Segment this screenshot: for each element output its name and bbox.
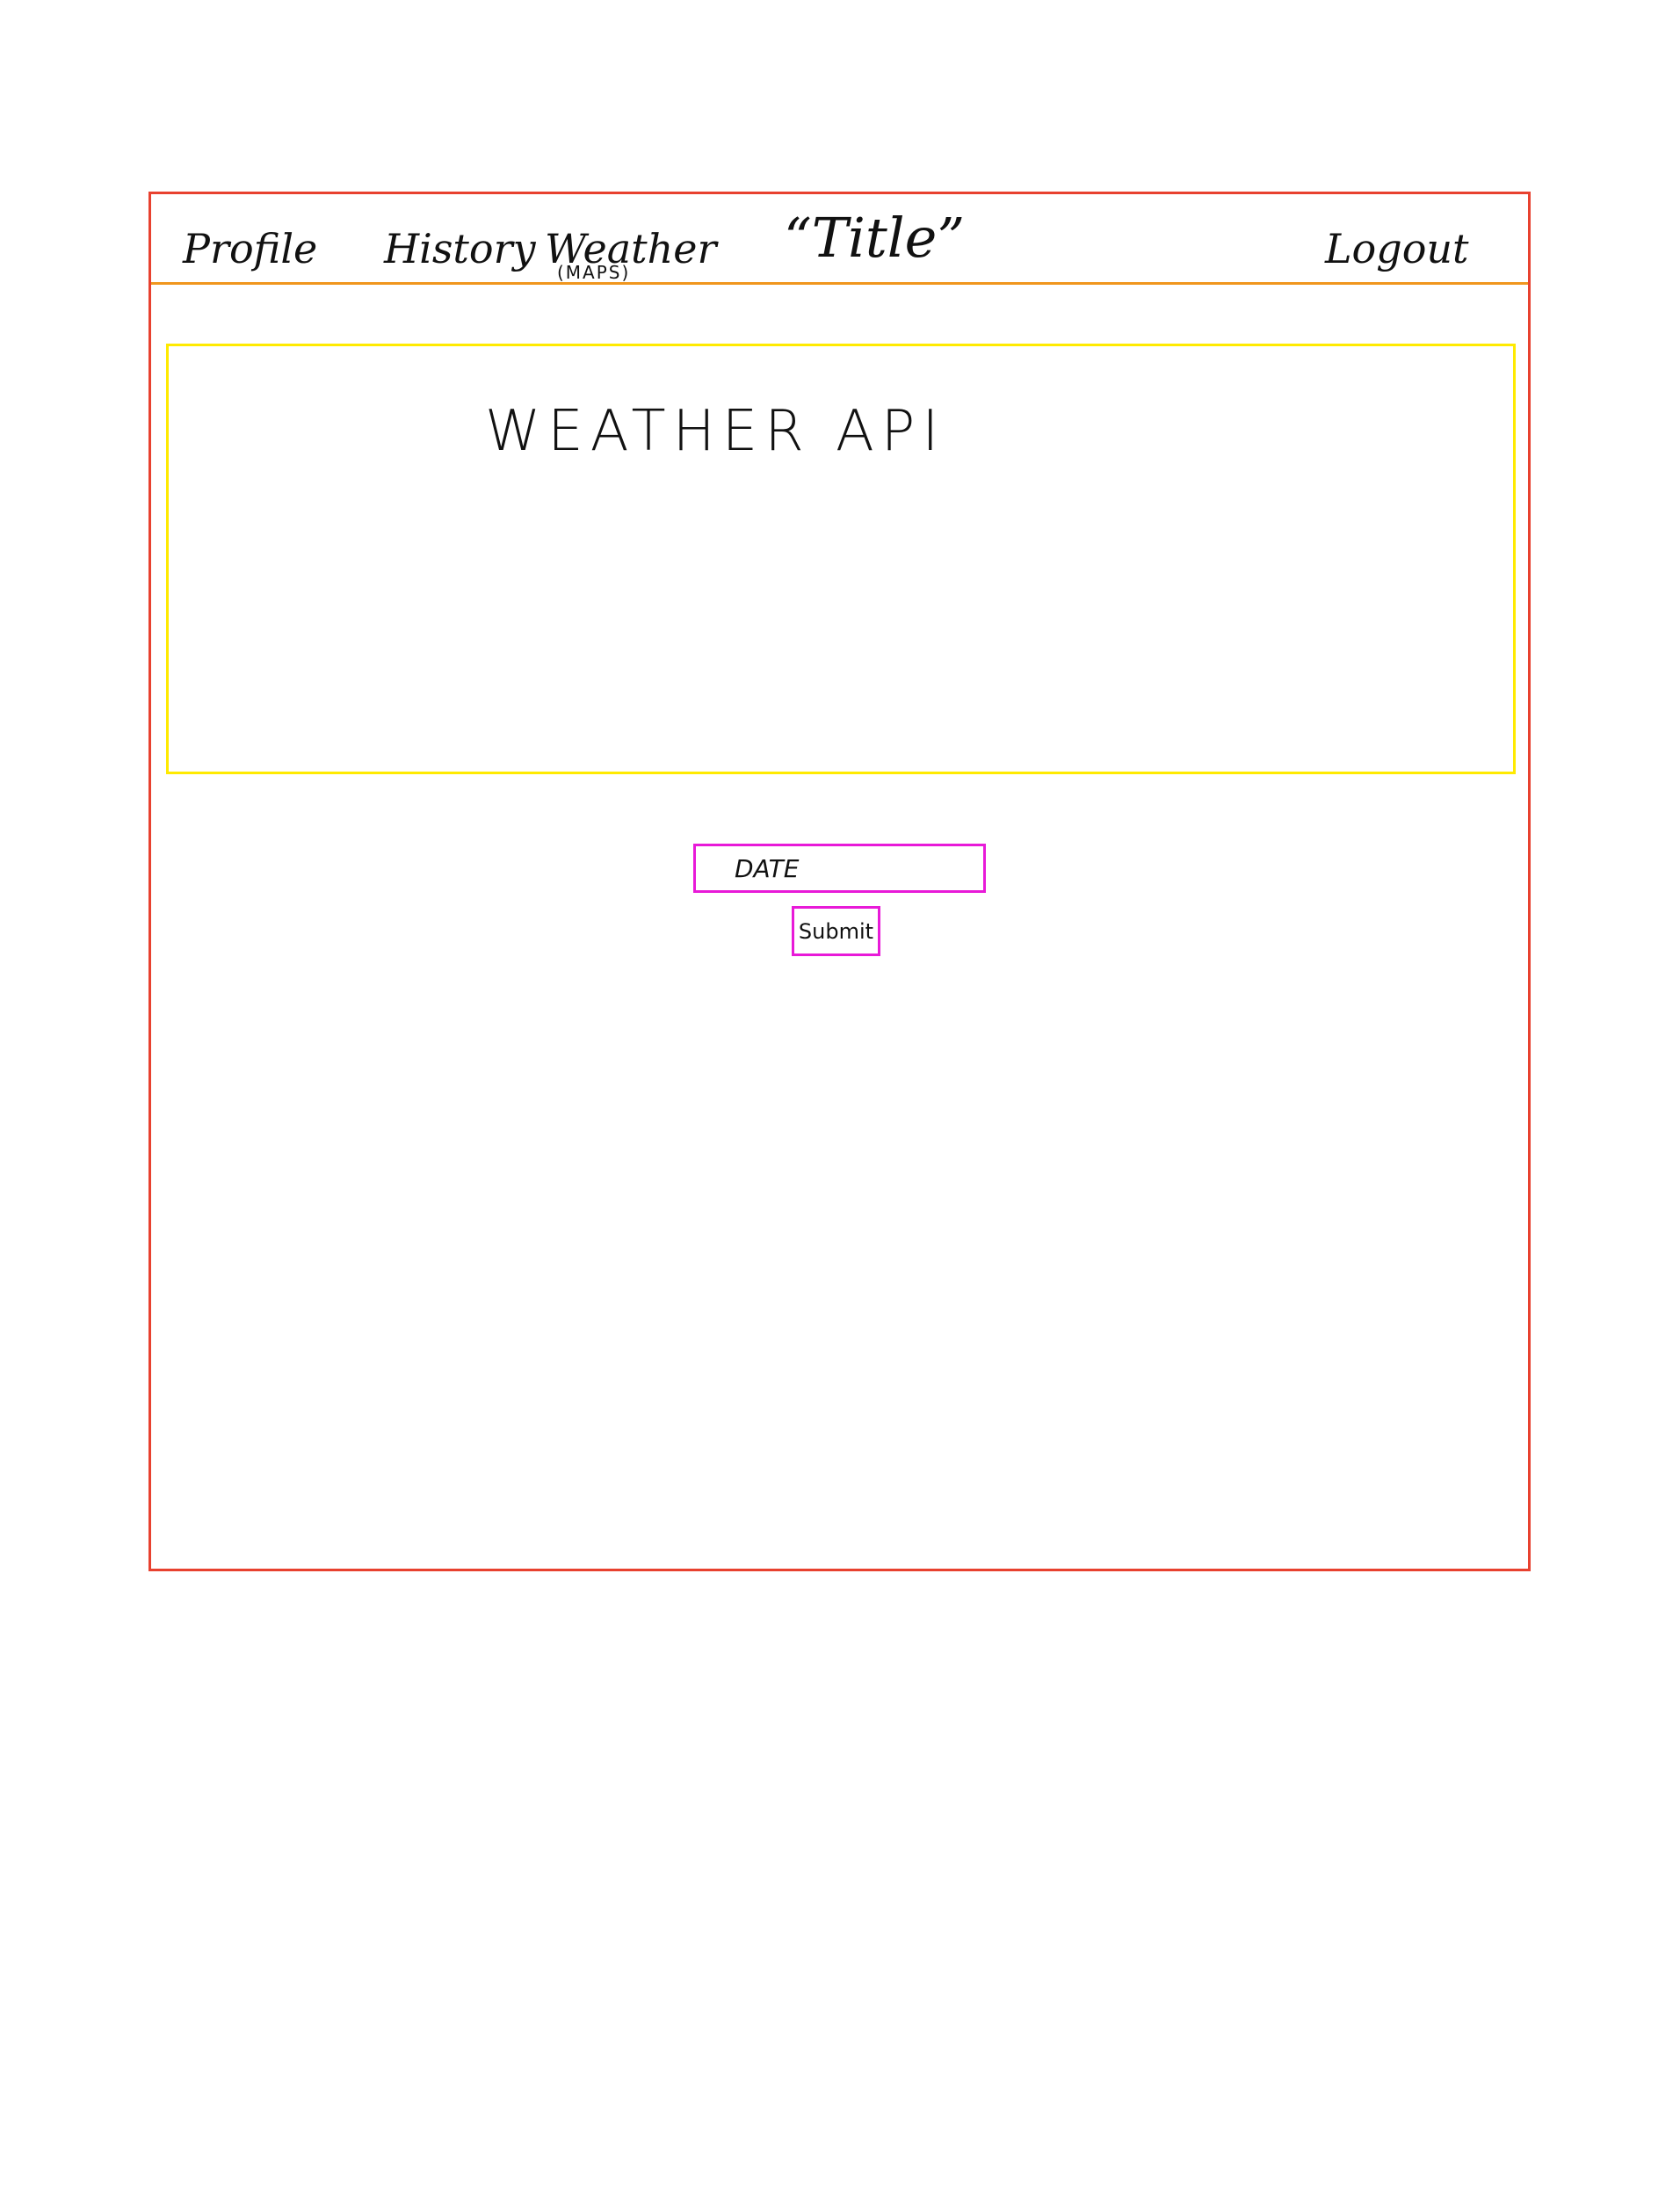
page-frame: Profile History Weather (MAPS) “Title” L… bbox=[148, 192, 1531, 1571]
page-title: “Title” bbox=[784, 206, 966, 270]
nav-profile-link[interactable]: Profile bbox=[183, 226, 317, 272]
nav-weather-sublabel: (MAPS) bbox=[557, 262, 631, 283]
top-nav-bar: Profile History Weather (MAPS) “Title” L… bbox=[151, 194, 1528, 285]
weather-api-panel: WEATHER API bbox=[166, 344, 1516, 774]
weather-api-label: WEATHER API bbox=[485, 399, 946, 464]
submit-button[interactable]: Submit bbox=[792, 906, 880, 956]
nav-logout-link[interactable]: Logout bbox=[1325, 226, 1469, 272]
nav-history-link[interactable]: History bbox=[384, 226, 536, 272]
date-input[interactable] bbox=[693, 844, 986, 893]
